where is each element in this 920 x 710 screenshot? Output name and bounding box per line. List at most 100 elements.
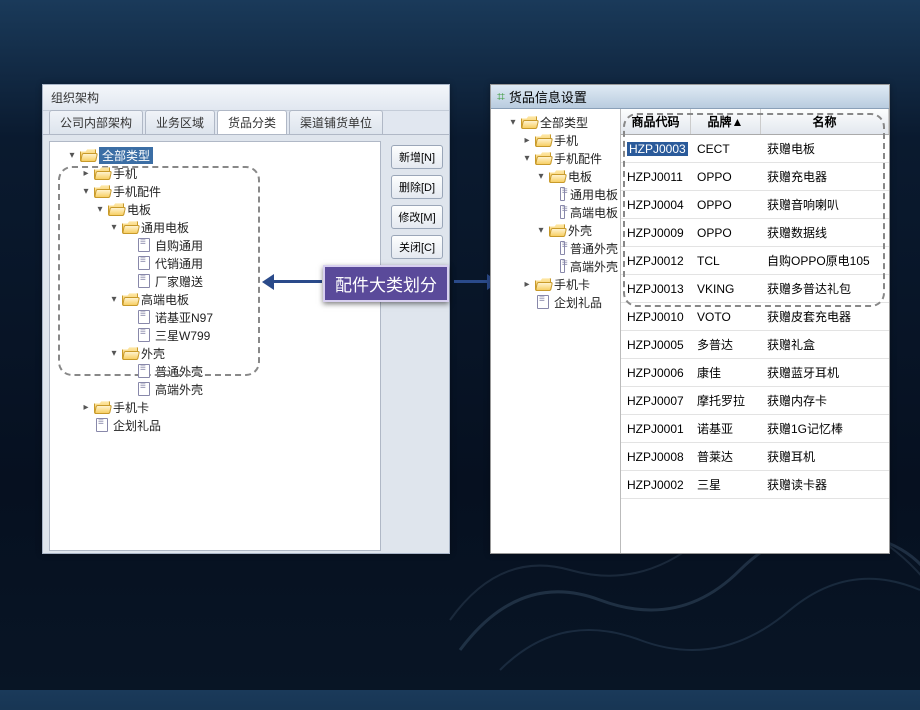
- expander-open-icon[interactable]: ▾: [108, 347, 120, 359]
- right-tree-node[interactable]: 高端电板: [493, 203, 618, 221]
- right-tree-node[interactable]: ▸手机卡: [493, 275, 618, 293]
- left-tree-node[interactable]: ▾ 电板: [52, 200, 378, 218]
- tree-node-label: 手机配件: [113, 183, 161, 200]
- folder-icon: [535, 151, 551, 165]
- folder-icon: [94, 400, 110, 414]
- expander-open-icon[interactable]: ▾: [108, 221, 120, 233]
- right-tree-node[interactable]: ▾外壳: [493, 221, 618, 239]
- grid-row[interactable]: HZPJ0004OPPO获赠音响喇叭: [621, 191, 889, 219]
- grid-row[interactable]: HZPJ0003CECT获赠电板: [621, 135, 889, 163]
- expander-open-icon[interactable]: ▾: [94, 203, 106, 215]
- left-tree-node[interactable]: 普通外壳: [52, 362, 378, 380]
- expander-open-icon[interactable]: ▾: [108, 293, 120, 305]
- tab-product-category[interactable]: 货品分类: [217, 110, 287, 134]
- tree-node-label: 电板: [127, 201, 151, 218]
- tree-node-label: 手机: [554, 132, 578, 149]
- right-tree-node[interactable]: 企划礼品: [493, 293, 618, 311]
- tree-node-label: 手机配件: [554, 150, 602, 167]
- cell-code: HZPJ0001: [621, 422, 691, 436]
- folder-icon: [549, 169, 565, 183]
- expander-open-icon[interactable]: ▾: [521, 152, 533, 164]
- cell-name: 获赠蓝牙耳机: [761, 364, 889, 381]
- tab-company-structure[interactable]: 公司内部架构: [49, 110, 143, 134]
- left-tree-node[interactable]: ▾ 手机配件: [52, 182, 378, 200]
- expander-open-icon[interactable]: ▾: [535, 224, 547, 236]
- add-button[interactable]: 新增[N]: [391, 145, 443, 169]
- folder-icon: [549, 223, 565, 237]
- document-icon: [535, 295, 551, 309]
- cell-name: 获赠多普达礼包: [761, 280, 889, 297]
- expander-closed-icon[interactable]: ▸: [80, 167, 92, 179]
- cell-brand: 康佳: [691, 364, 761, 381]
- left-tree-node[interactable]: 三星W799: [52, 326, 378, 344]
- grid-row[interactable]: HZPJ0010VOTO获赠皮套充电器: [621, 303, 889, 331]
- tab-channel-unit[interactable]: 渠道铺货单位: [289, 110, 383, 134]
- right-tree-node[interactable]: 高端外壳: [493, 257, 618, 275]
- col-header-code[interactable]: 商品代码: [621, 109, 691, 134]
- right-tree-node[interactable]: 通用电板: [493, 185, 618, 203]
- grid-row[interactable]: HZPJ0009OPPO获赠数据线: [621, 219, 889, 247]
- left-tree-node[interactable]: ▸ 手机: [52, 164, 378, 182]
- close-button[interactable]: 关闭[C]: [391, 235, 443, 259]
- document-icon: [558, 205, 567, 219]
- left-tree-node[interactable]: 企划礼品: [52, 416, 378, 434]
- tree-node-label: 代销通用: [155, 255, 203, 272]
- right-tree-node[interactable]: ▾全部类型: [493, 113, 618, 131]
- cell-code: HZPJ0009: [621, 226, 691, 240]
- col-header-brand[interactable]: 品牌▲: [691, 109, 761, 134]
- left-tree-node[interactable]: ▸手机卡: [52, 398, 378, 416]
- grid-row[interactable]: HZPJ0006康佳获赠蓝牙耳机: [621, 359, 889, 387]
- tree-node-label: 自购通用: [155, 237, 203, 254]
- folder-icon: [108, 202, 124, 216]
- expander-closed-icon[interactable]: ▸: [521, 134, 533, 146]
- grid-row[interactable]: HZPJ0005多普达获赠礼盒: [621, 331, 889, 359]
- cell-name: 自购OPPO原电105: [761, 252, 889, 269]
- expander-closed-icon[interactable]: ▸: [521, 278, 533, 290]
- left-tree-node[interactable]: 诺基亚N97: [52, 308, 378, 326]
- product-info-header: ⌗ 货品信息设置: [491, 85, 889, 109]
- category-tree-pane[interactable]: ▾全部类型▸手机▾手机配件▾电板▾通用电板自购通用代销通用厂家赠送▾高端电板诺基…: [49, 141, 381, 551]
- settings-icon: ⌗: [497, 88, 505, 105]
- grid-body[interactable]: HZPJ0003CECT获赠电板HZPJ0011OPPO获赠充电器HZPJ000…: [621, 135, 889, 553]
- expander-none: [549, 188, 556, 200]
- expander-open-icon[interactable]: ▾: [80, 185, 92, 197]
- tree-node-label: 通用电板: [570, 186, 618, 203]
- left-tree-node[interactable]: ▾全部类型: [52, 146, 378, 164]
- right-tree-node[interactable]: ▾电板: [493, 167, 618, 185]
- delete-button[interactable]: 删除[D]: [391, 175, 443, 199]
- right-tree-node[interactable]: ▸ 手机: [493, 131, 618, 149]
- document-icon: [558, 187, 567, 201]
- grid-row[interactable]: HZPJ0001诺基亚获赠1G记忆棒: [621, 415, 889, 443]
- expander-open-icon[interactable]: ▾: [507, 116, 519, 128]
- left-tree-node[interactable]: 高端外壳: [52, 380, 378, 398]
- cell-brand: OPPO: [691, 198, 761, 212]
- tree-node-label: 手机: [113, 165, 137, 182]
- expander-open-icon[interactable]: ▾: [66, 149, 78, 161]
- expander-none: [549, 242, 556, 254]
- cell-name: 获赠电板: [761, 140, 889, 157]
- expander-closed-icon[interactable]: ▸: [80, 401, 92, 413]
- left-tree-node[interactable]: 自购通用: [52, 236, 378, 254]
- button-column: 新增[N] 删除[D] 修改[M] 关闭[C]: [385, 135, 449, 557]
- tab-business-area[interactable]: 业务区域: [145, 110, 215, 134]
- grid-row[interactable]: HZPJ0007摩托罗拉获赠内存卡: [621, 387, 889, 415]
- left-tree-node[interactable]: ▾通用电板: [52, 218, 378, 236]
- folder-icon: [122, 220, 138, 234]
- product-category-tree[interactable]: ▾全部类型 ▸ 手机 ▾ 手机配件▾电板通用电板高端电板▾外壳普通外壳高端外壳▸手机卡企…: [491, 109, 621, 553]
- expander-open-icon[interactable]: ▾: [535, 170, 547, 182]
- expander-none: [122, 275, 134, 287]
- right-tree-node[interactable]: ▾ 手机配件: [493, 149, 618, 167]
- modify-button[interactable]: 修改[M]: [391, 205, 443, 229]
- arrow-head-left: [262, 274, 274, 290]
- document-icon: [558, 259, 567, 273]
- folder-icon: [535, 133, 551, 147]
- grid-row[interactable]: HZPJ0012TCL自购OPPO原电105: [621, 247, 889, 275]
- col-header-name[interactable]: 名称: [761, 109, 889, 134]
- grid-row[interactable]: HZPJ0013VKING获赠多普达礼包: [621, 275, 889, 303]
- grid-row[interactable]: HZPJ0002三星获赠读卡器: [621, 471, 889, 499]
- grid-row[interactable]: HZPJ0011OPPO获赠充电器: [621, 163, 889, 191]
- right-tree-node[interactable]: 普通外壳: [493, 239, 618, 257]
- expander-none: [521, 296, 533, 308]
- left-tree-node[interactable]: ▾外壳: [52, 344, 378, 362]
- grid-row[interactable]: HZPJ0008普莱达获赠耳机: [621, 443, 889, 471]
